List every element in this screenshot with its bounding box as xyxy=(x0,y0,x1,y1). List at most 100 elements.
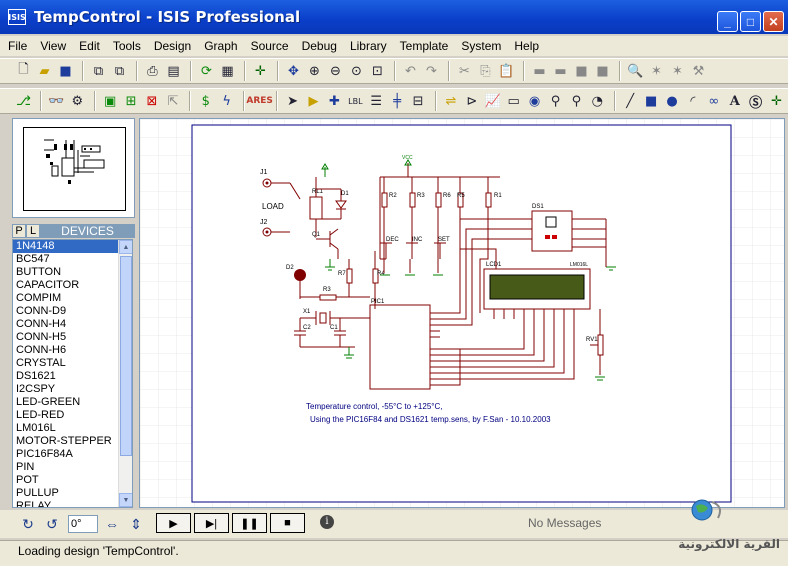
block-copy-icon[interactable]: ▬ xyxy=(530,62,549,81)
menu-file[interactable]: File xyxy=(8,39,27,53)
stop-icon[interactable]: ■ xyxy=(270,513,305,533)
device-list-item[interactable]: CONN-D9 xyxy=(13,305,118,318)
wire-label-icon[interactable]: LBL xyxy=(346,92,365,111)
scroll-up-icon[interactable]: ▲ xyxy=(119,240,132,254)
box-icon[interactable]: ■ xyxy=(642,92,661,111)
add-sheet-icon[interactable]: ⊞ xyxy=(122,92,141,111)
copy-icon[interactable]: ⎘ xyxy=(476,62,495,81)
device-list-item[interactable]: MOTOR-STEPPER xyxy=(13,435,118,448)
origin-icon[interactable]: ✛ xyxy=(251,62,270,81)
device-list-item[interactable]: RELAY xyxy=(13,500,118,507)
device-list-item[interactable]: LED-RED xyxy=(13,409,118,422)
device-list-item[interactable]: BC547 xyxy=(13,253,118,266)
device-list-item[interactable]: CAPACITOR xyxy=(13,279,118,292)
device-list-item[interactable]: CONN-H4 xyxy=(13,318,118,331)
open-folder-icon[interactable]: ▰ xyxy=(35,62,54,81)
device-list-item[interactable]: BUTTON xyxy=(13,266,118,279)
device-list-item[interactable]: PIN xyxy=(13,461,118,474)
text-icon[interactable]: A xyxy=(725,92,744,111)
virtual-instruments-icon[interactable]: ◔ xyxy=(588,92,607,111)
device-list-item[interactable]: LM016L xyxy=(13,422,118,435)
device-list-item[interactable]: LED-GREEN xyxy=(13,396,118,409)
new-sheet-icon[interactable]: ▣ xyxy=(101,92,120,111)
scroll-down-icon[interactable]: ▼ xyxy=(119,493,132,507)
decompose-icon[interactable]: ⚒ xyxy=(689,62,708,81)
menu-library[interactable]: Library xyxy=(350,39,387,53)
device-list-item[interactable]: I2CSPY xyxy=(13,383,118,396)
undo-icon[interactable]: ↶ xyxy=(401,62,420,81)
tape-recorder-icon[interactable]: ▭ xyxy=(504,92,523,111)
device-list-scrollbar[interactable]: ▲ ▼ xyxy=(118,240,132,507)
mirror-vertical-icon[interactable]: ⇕ xyxy=(126,514,146,534)
zoom-in-icon[interactable]: ⊕ xyxy=(305,62,324,81)
mirror-horizontal-icon[interactable]: ⇔ xyxy=(102,514,122,534)
save-icon[interactable]: ■ xyxy=(56,62,75,81)
bus-icon[interactable]: ╪ xyxy=(388,92,407,111)
play-icon[interactable]: ▶ xyxy=(156,513,191,533)
make-device-icon[interactable]: ✶ xyxy=(647,62,666,81)
device-pin-icon[interactable]: ⊳ xyxy=(462,92,481,111)
maximize-button[interactable]: □ xyxy=(740,11,761,32)
paste-icon[interactable]: 📋 xyxy=(497,62,516,81)
redraw-icon[interactable]: ⟳ xyxy=(197,62,216,81)
print-icon[interactable]: ⎙ xyxy=(143,62,162,81)
wire-autorouter-icon[interactable]: ⎇ xyxy=(14,92,33,111)
junction-dot-icon[interactable]: ✚ xyxy=(325,92,344,111)
netlist-to-ares-icon[interactable]: ARES xyxy=(246,92,273,111)
tab-l[interactable]: L xyxy=(26,224,40,238)
component-mode-icon[interactable]: ▶ xyxy=(304,92,323,111)
grid-icon[interactable]: ▦ xyxy=(218,62,237,81)
close-button[interactable]: ✕ xyxy=(763,11,784,32)
device-list-item[interactable]: CRYSTAL xyxy=(13,357,118,370)
schematic-svg[interactable]: J1 J2 LOAD RL1 D1 Q1 D2 R7 R3 R4 X1 C2 C… xyxy=(140,119,784,507)
import-icon[interactable]: ⧉ xyxy=(89,62,108,81)
zoom-all-icon[interactable]: ⊙ xyxy=(347,62,366,81)
line-icon[interactable]: ╱ xyxy=(621,92,640,111)
schematic-canvas[interactable]: J1 J2 LOAD RL1 D1 Q1 D2 R7 R3 R4 X1 C2 C… xyxy=(139,118,785,508)
print-area-icon[interactable]: ▤ xyxy=(164,62,183,81)
current-probe-icon[interactable]: ⚲ xyxy=(567,92,586,111)
block-move-icon[interactable]: ▬ xyxy=(551,62,570,81)
property-tool-icon[interactable]: ⚙ xyxy=(68,92,87,111)
menu-template[interactable]: Template xyxy=(400,39,449,53)
new-file-icon[interactable]: 🗋 xyxy=(14,62,33,81)
device-list-item[interactable]: POT xyxy=(13,474,118,487)
cut-icon[interactable]: ✂ xyxy=(455,62,474,81)
menu-graph[interactable]: Graph xyxy=(204,39,237,53)
device-list-item[interactable]: DS1621 xyxy=(13,370,118,383)
remove-sheet-icon[interactable]: ⊠ xyxy=(143,92,162,111)
menu-debug[interactable]: Debug xyxy=(302,39,337,53)
rotate-anticlockwise-icon[interactable]: ↺ xyxy=(42,514,62,534)
terminals-icon[interactable]: ⇌ xyxy=(442,92,461,111)
selection-arrow-icon[interactable]: ➤ xyxy=(283,92,302,111)
block-rotate-icon[interactable]: ■ xyxy=(572,62,591,81)
minimize-button[interactable]: _ xyxy=(717,11,738,32)
overview-window[interactable] xyxy=(12,118,135,218)
info-icon[interactable]: i xyxy=(320,515,334,529)
bill-of-materials-icon[interactable]: $ xyxy=(196,92,215,111)
rotate-clockwise-icon[interactable]: ↻ xyxy=(18,514,38,534)
symbol-icon[interactable]: Ⓢ xyxy=(746,92,765,111)
device-list-item[interactable]: 1N4148 xyxy=(13,240,118,253)
arc-icon[interactable]: ◜ xyxy=(683,92,702,111)
menu-system[interactable]: System xyxy=(461,39,501,53)
menu-design[interactable]: Design xyxy=(154,39,191,53)
device-list-item[interactable]: CONN-H6 xyxy=(13,344,118,357)
scroll-thumb[interactable] xyxy=(120,256,132,456)
device-list-item[interactable]: PIC16F84A xyxy=(13,448,118,461)
device-list[interactable]: 1N4148 BC547 BUTTON CAPACITOR COMPIM CONN-D9 C… xyxy=(12,239,133,508)
menu-edit[interactable]: Edit xyxy=(79,39,100,53)
zoom-area-icon[interactable]: ⊡ xyxy=(368,62,387,81)
redo-icon[interactable]: ↷ xyxy=(422,62,441,81)
generator-icon[interactable]: ◉ xyxy=(525,92,544,111)
pan-icon[interactable]: ✥ xyxy=(284,62,303,81)
menu-view[interactable]: View xyxy=(40,39,66,53)
search-tag-icon[interactable]: 👓 xyxy=(47,92,66,111)
path-icon[interactable]: ∞ xyxy=(704,92,723,111)
goto-sheet-icon[interactable]: ⇱ xyxy=(163,92,182,111)
pause-icon[interactable]: ❚❚ xyxy=(232,513,267,533)
device-list-item[interactable]: COMPIM xyxy=(13,292,118,305)
export-icon[interactable]: ⧉ xyxy=(110,62,129,81)
zoom-out-icon[interactable]: ⊖ xyxy=(326,62,345,81)
graph-icon[interactable]: 📈 xyxy=(483,92,502,111)
